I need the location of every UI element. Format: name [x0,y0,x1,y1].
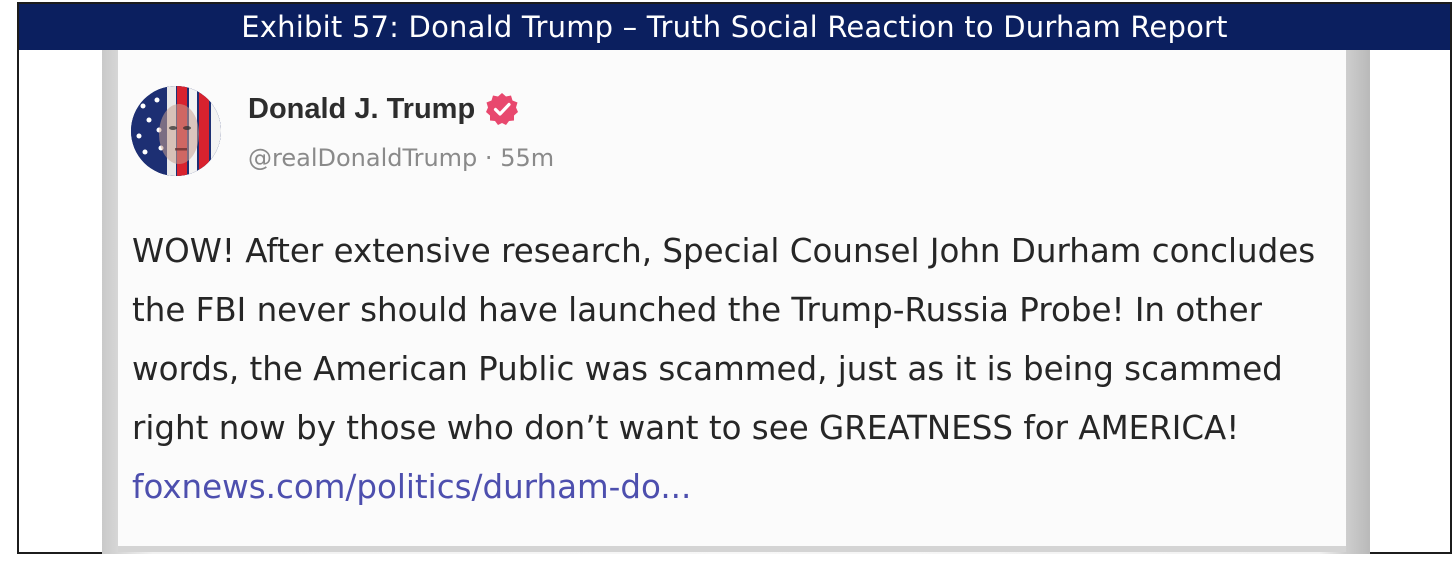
avatar-image [131,86,221,176]
post-timestamp[interactable]: 55m [500,144,554,172]
post-body-text: WOW! After extensive research, Special C… [132,232,1316,447]
author-handle[interactable]: @realDonaldTrump [248,144,477,172]
post-body: WOW! After extensive research, Special C… [132,222,1342,517]
post-link[interactable]: foxnews.com/politics/durham-do... [132,468,691,506]
avatar[interactable] [131,86,221,176]
separator-dot: · [477,144,501,172]
author-name-text: Donald J. Trump [248,92,476,125]
post-screenshot: Donald J. Trump @realDonaldTrump · 55m W… [102,50,1370,554]
verified-badge-icon [485,92,519,126]
exhibit-frame: Exhibit 57: Donald Trump – Truth Social … [17,2,1452,554]
truth-social-post: Donald J. Trump @realDonaldTrump · 55m W… [118,50,1346,552]
handle-line: @realDonaldTrump · 55m [248,144,554,172]
author-name[interactable]: Donald J. Trump [248,92,519,126]
exhibit-title: Exhibit 57: Donald Trump – Truth Social … [19,4,1450,50]
